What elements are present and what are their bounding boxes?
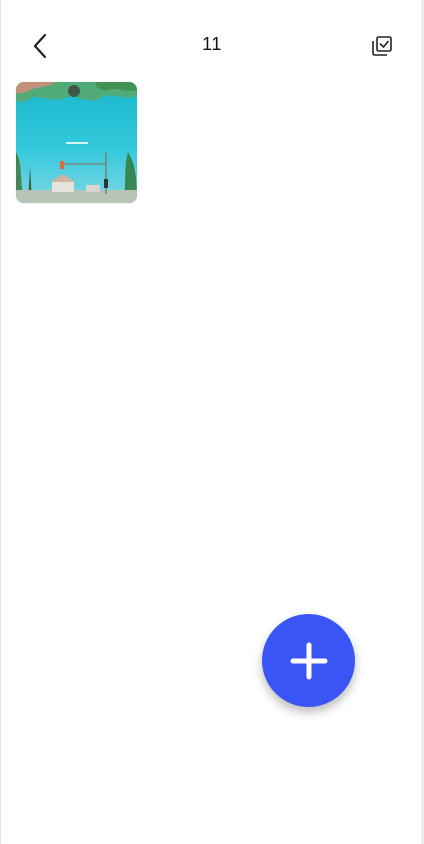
multi-select-button[interactable] (366, 30, 398, 62)
left-edge-divider (0, 0, 1, 844)
multi-select-icon (372, 36, 392, 56)
add-button[interactable] (262, 614, 355, 707)
plus-icon (290, 642, 327, 679)
top-bar: 11 (0, 0, 424, 80)
beach-photo-thumbnail (16, 82, 137, 203)
page-title: 11 (202, 34, 222, 54)
photo-thumbnail[interactable] (16, 82, 137, 203)
